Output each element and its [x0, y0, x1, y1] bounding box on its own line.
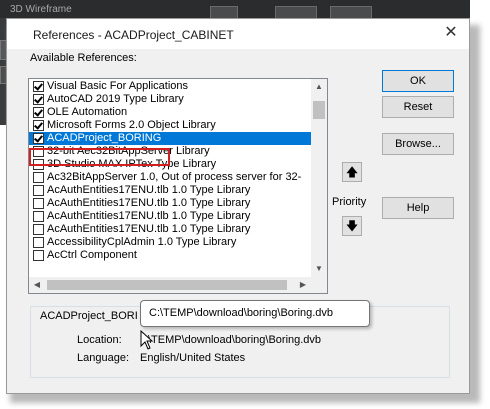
- reference-label: 3D Studio MAX IPTex Type Library: [47, 158, 217, 170]
- reference-checkbox[interactable]: [33, 120, 44, 131]
- reference-label: AcAuthEntities17ENU.tlb 1.0 Type Library: [47, 184, 251, 196]
- scroll-down-icon[interactable]: ▼: [311, 261, 327, 277]
- location-label: Location:: [77, 334, 122, 346]
- priority-down-icon[interactable]: 🡇: [342, 216, 362, 236]
- reference-checkbox[interactable]: [33, 198, 44, 209]
- reference-list-item[interactable]: AcCtrl Component: [29, 249, 311, 262]
- reference-label: Microsoft Forms 2.0 Object Library: [47, 119, 216, 131]
- reference-list-item[interactable]: OLE Automation: [29, 106, 311, 119]
- reference-list-item[interactable]: Microsoft Forms 2.0 Object Library: [29, 119, 311, 132]
- reference-checkbox[interactable]: [33, 185, 44, 196]
- reference-checkbox[interactable]: [33, 224, 44, 235]
- reference-list-item[interactable]: Visual Basic For Applications: [29, 80, 311, 93]
- reference-label: Visual Basic For Applications: [47, 80, 189, 92]
- path-tooltip: C:\TEMP\download\boring\Boring.dvb: [140, 300, 370, 327]
- help-button[interactable]: Help: [382, 197, 454, 219]
- details-group-title: ACADProject_BORI: [38, 310, 140, 322]
- reference-checkbox[interactable]: [33, 94, 44, 105]
- reference-checkbox[interactable]: [33, 172, 44, 183]
- scroll-right-icon[interactable]: ▶: [295, 277, 311, 293]
- scroll-up-icon[interactable]: ▲: [311, 79, 327, 95]
- reference-list-item[interactable]: AutoCAD 2019 Type Library: [29, 93, 311, 106]
- host-title-fragment: 3D Wireframe: [10, 4, 72, 15]
- reference-label: AccessibilityCplAdmin 1.0 Type Library: [47, 236, 237, 248]
- reference-label: AutoCAD 2019 Type Library: [47, 93, 184, 105]
- scroll-left-icon[interactable]: ◀: [29, 277, 45, 293]
- priority-up-icon[interactable]: 🡅: [342, 162, 362, 182]
- reference-label: Ac32BitAppServer 1.0, Out of process ser…: [47, 171, 302, 183]
- close-icon[interactable]: ✕: [441, 23, 461, 43]
- reference-checkbox[interactable]: [33, 146, 44, 157]
- reference-label: ACADProject_BORING: [47, 132, 162, 144]
- reference-list-item[interactable]: AccessibilityCplAdmin 1.0 Type Library: [29, 236, 311, 249]
- reference-list-item[interactable]: Ac32BitAppServer 1.0, Out of process ser…: [29, 171, 311, 184]
- reference-label: AcCtrl Component: [47, 249, 137, 261]
- reference-label: 32-bit Aec32BitAppServer Library: [47, 145, 210, 157]
- browse-button[interactable]: Browse...: [382, 133, 454, 155]
- horizontal-scrollbar[interactable]: ◀ ▶: [29, 277, 311, 293]
- reference-list-item[interactable]: AcAuthEntities17ENU.tlb 1.0 Type Library: [29, 184, 311, 197]
- reference-list-item[interactable]: AcAuthEntities17ENU.tlb 1.0 Type Library: [29, 223, 311, 236]
- language-label: Language:: [77, 352, 129, 364]
- reference-checkbox[interactable]: [33, 107, 44, 118]
- reference-checkbox[interactable]: [33, 237, 44, 248]
- reference-checkbox[interactable]: [33, 159, 44, 170]
- reference-checkbox[interactable]: [33, 211, 44, 222]
- available-references-label: Available References:: [30, 52, 137, 64]
- ok-button[interactable]: OK: [382, 70, 454, 92]
- reference-label: AcAuthEntities17ENU.tlb 1.0 Type Library: [47, 197, 251, 209]
- reference-list-item[interactable]: 3D Studio MAX IPTex Type Library: [29, 158, 311, 171]
- reference-list-item[interactable]: AcAuthEntities17ENU.tlb 1.0 Type Library: [29, 197, 311, 210]
- reference-label: AcAuthEntities17ENU.tlb 1.0 Type Library: [47, 223, 251, 235]
- priority-label: Priority: [332, 196, 367, 208]
- reference-checkbox[interactable]: [33, 133, 44, 144]
- references-list[interactable]: Visual Basic For Applications AutoCAD 201…: [28, 78, 328, 294]
- reference-list-item[interactable]: AcAuthEntities17ENU.tlb 1.0 Type Library: [29, 210, 311, 223]
- horizontal-scroll-thumb[interactable]: [47, 280, 287, 290]
- cancel-button[interactable]: Reset: [382, 96, 454, 118]
- reference-label: AcAuthEntities17ENU.tlb 1.0 Type Library: [47, 210, 251, 222]
- language-value: English/United States: [140, 352, 246, 364]
- reference-list-item[interactable]: 32-bit Aec32BitAppServer Library: [29, 145, 311, 158]
- vertical-scrollbar[interactable]: ▲ ▼: [311, 79, 327, 277]
- scrollbar-corner: [311, 277, 327, 293]
- vertical-scroll-thumb[interactable]: [313, 101, 325, 119]
- dialog-titlebar[interactable]: References - ACADProject_CABINET ✕: [7, 19, 469, 49]
- reference-list-item[interactable]: ACADProject_BORING: [29, 132, 311, 145]
- location-value: \TEMP\download\boring\Boring.dvb: [148, 334, 322, 346]
- references-list-items: Visual Basic For Applications AutoCAD 201…: [29, 79, 311, 277]
- mouse-cursor-icon: [140, 330, 154, 350]
- reference-label: OLE Automation: [47, 106, 128, 118]
- reference-checkbox[interactable]: [33, 250, 44, 261]
- dialog-title: References - ACADProject_CABINET: [33, 28, 234, 42]
- reference-checkbox[interactable]: [33, 81, 44, 92]
